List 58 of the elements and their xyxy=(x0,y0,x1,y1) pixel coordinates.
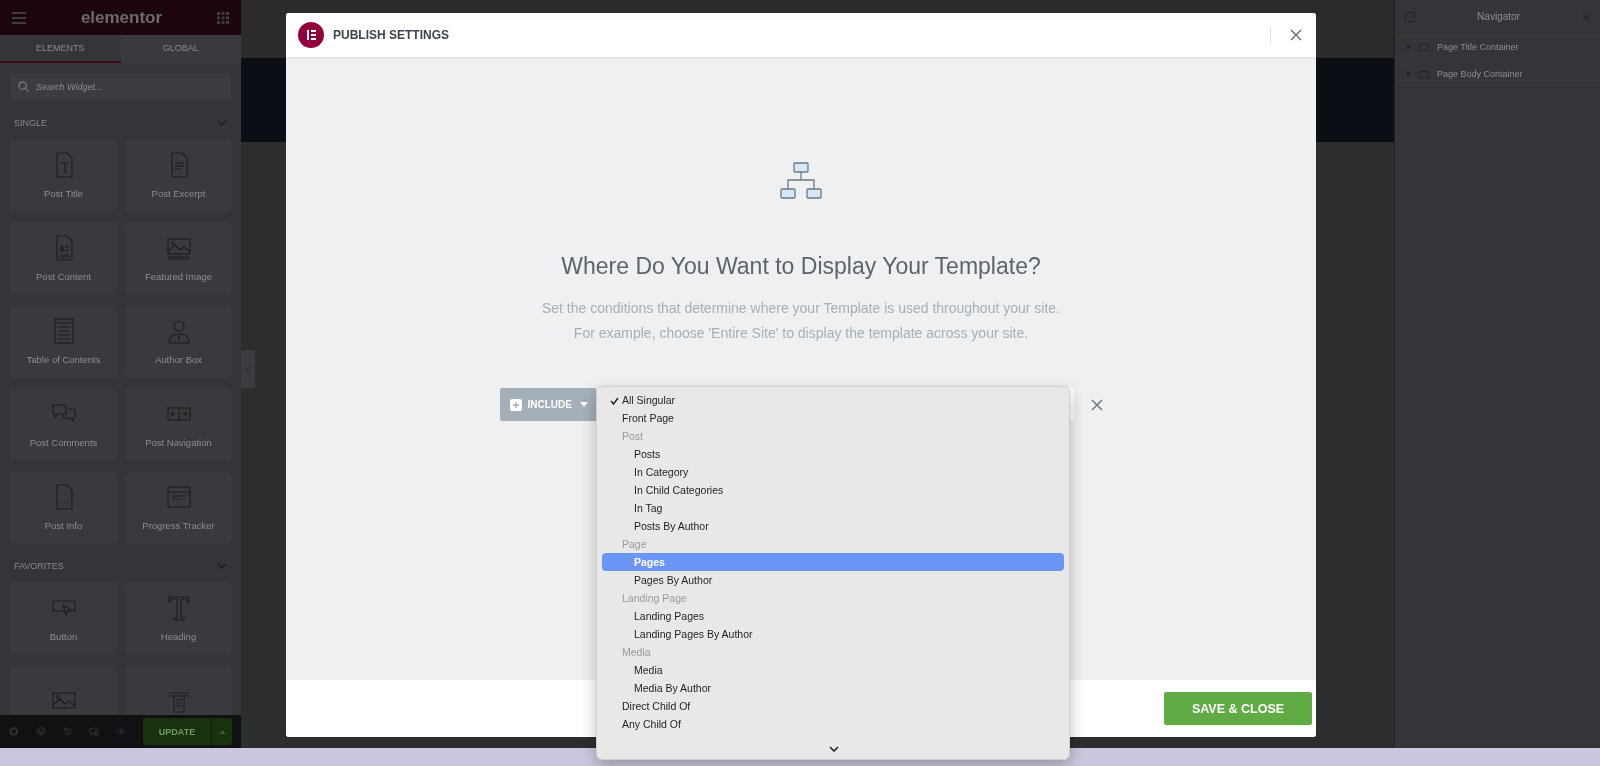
widget-tile[interactable]: Post Navigation xyxy=(125,389,232,460)
search-field[interactable]: Search Widget... xyxy=(10,73,231,100)
menu-option[interactable]: Front Page xyxy=(602,409,1064,427)
menu-option[interactable]: Any Child Of xyxy=(602,715,1064,733)
section-title: FAVORITES xyxy=(14,561,64,571)
update-button[interactable]: UPDATE xyxy=(143,718,211,745)
widget-label: Progress Tracker xyxy=(142,520,215,531)
menu-option[interactable]: Media By Author xyxy=(602,679,1064,697)
menu-option[interactable]: In Category xyxy=(602,463,1064,481)
menu-option[interactable]: All Singular xyxy=(602,391,1064,409)
dialog-heading: Where Do You Want to Display Your Template? xyxy=(561,253,1041,280)
navigator-title: Navigator xyxy=(1477,11,1520,22)
widget-label: Author Box xyxy=(155,354,202,365)
logo: elementor xyxy=(80,7,163,28)
widget-tile[interactable]: Featured Image xyxy=(125,223,232,294)
widget-tile[interactable]: Post Content xyxy=(10,223,117,294)
widget-tile[interactable]: Button xyxy=(10,583,117,654)
widget-tile[interactable]: Post Comments xyxy=(10,389,117,460)
menu-option[interactable]: In Child Categories xyxy=(602,481,1064,499)
menu-option[interactable]: Media xyxy=(602,661,1064,679)
widget-label: Button xyxy=(49,631,78,642)
group-label: Media xyxy=(621,645,652,660)
menu-option[interactable]: Landing Pages By Author xyxy=(602,625,1064,643)
description-text: Set the conditions that determine where your Template is used throughout your site. xyxy=(541,300,1060,316)
widget-tile[interactable]: Author Box xyxy=(125,306,232,377)
widget-label: Post Info xyxy=(44,520,83,531)
group-label: Page xyxy=(621,537,648,552)
menu-option[interactable]: In Tag xyxy=(602,499,1064,517)
navigator-item[interactable]: Page Body Container xyxy=(1395,61,1600,88)
widget-label: Table of Contents xyxy=(26,354,101,365)
menu-option[interactable]: Landing Pages xyxy=(602,607,1064,625)
menu-option[interactable]: Pages xyxy=(602,553,1064,571)
widget-label: Post Navigation xyxy=(145,437,212,448)
widget-tile[interactable]: Table of Contents xyxy=(10,306,117,377)
widget-label: Post Content xyxy=(36,271,91,282)
dialog-title: PUBLISH SETTINGS xyxy=(333,28,449,42)
include-dropdown[interactable]: INCLUDE xyxy=(499,388,596,421)
group-label: Landing Page xyxy=(621,591,688,606)
navigator-item[interactable]: Page Title Container xyxy=(1395,34,1600,61)
description-text: For example, choose 'Entire Site' to display the template across your site. xyxy=(573,325,1029,341)
menu-option[interactable]: Pages By Author xyxy=(602,571,1064,589)
widget-tile[interactable]: Post Info xyxy=(10,472,117,543)
section-title: SINGLE xyxy=(14,118,47,128)
group-label: Post xyxy=(621,429,644,444)
menu-option[interactable]: Posts xyxy=(602,445,1064,463)
widget-tile[interactable]: Heading xyxy=(125,583,232,654)
save-close-button[interactable]: SAVE & CLOSE xyxy=(1164,692,1312,725)
sidebar-tab[interactable]: GLOBAL xyxy=(120,35,241,63)
widget-label: Featured Image xyxy=(144,271,213,282)
widget-tile[interactable]: Post Title xyxy=(10,140,117,211)
menu-option[interactable]: Direct Child Of xyxy=(602,697,1064,715)
widget-label: Post Comments xyxy=(29,437,98,448)
widget-label: Post Excerpt xyxy=(151,188,206,199)
menu-option[interactable]: Posts By Author xyxy=(602,517,1064,535)
widget-tile[interactable]: Progress Tracker xyxy=(125,472,232,543)
widget-label: Heading xyxy=(160,631,197,642)
widget-label: Post Title xyxy=(43,188,84,199)
widget-tile[interactable]: Post Excerpt xyxy=(125,140,232,211)
